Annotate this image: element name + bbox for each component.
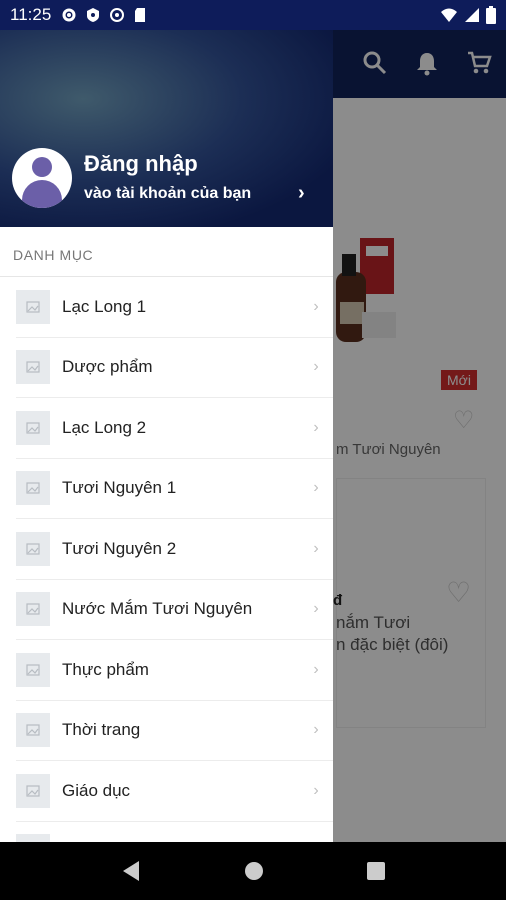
chevron-right-icon: › xyxy=(313,660,319,678)
category-item-nuoc-mam-tuoi-nguyen[interactable]: Nước Mắm Tươi Nguyên › xyxy=(16,580,333,640)
avatar-head xyxy=(32,157,52,177)
image-placeholder-icon xyxy=(16,713,50,748)
category-item-thuc-pham[interactable]: Thực phẩm › xyxy=(16,640,333,701)
chevron-right-icon: › xyxy=(313,358,319,376)
image-placeholder-icon xyxy=(16,350,50,385)
login-title[interactable]: Đăng nhập xyxy=(84,151,198,177)
category-label: Tươi Nguyên 1 xyxy=(62,478,177,498)
chevron-right-icon: › xyxy=(313,479,319,497)
category-label: Lạc Long 2 xyxy=(62,417,147,437)
chevron-right-icon: › xyxy=(313,600,319,618)
avatar[interactable] xyxy=(12,148,72,208)
image-placeholder-icon xyxy=(16,471,50,506)
category-label: Dược phẩm xyxy=(62,357,153,377)
image-placeholder-icon xyxy=(16,652,50,687)
battery-icon xyxy=(486,6,496,24)
at-sign-icon xyxy=(110,8,125,22)
section-title: DANH MỤC xyxy=(13,247,94,263)
image-placeholder-icon xyxy=(16,531,50,566)
image-placeholder-icon xyxy=(16,773,50,808)
category-label: Nước Mắm Tươi Nguyên xyxy=(62,599,253,619)
chevron-right-icon: › xyxy=(313,781,319,799)
category-item-partial[interactable] xyxy=(16,822,333,842)
category-item-lac-long-1[interactable]: Lạc Long 1 › xyxy=(16,277,333,338)
drawer-header[interactable]: Đăng nhập vào tài khoản của bạn › xyxy=(0,30,333,227)
wifi-icon xyxy=(441,8,457,22)
status-time: 11:25 xyxy=(10,5,52,24)
category-label: Giáo dục xyxy=(62,780,131,800)
category-item-tuoi-nguyen-1[interactable]: Tươi Nguyên 1 › xyxy=(16,459,333,519)
shield-icon xyxy=(87,8,100,22)
recents-button[interactable] xyxy=(366,862,385,880)
chevron-right-icon: › xyxy=(313,297,319,315)
category-list: Lạc Long 1 › Dược phẩm › Lạc Long 2 › Tư… xyxy=(0,277,333,842)
category-item-duoc-pham[interactable]: Dược phẩm › xyxy=(16,338,333,398)
category-item-lac-long-2[interactable]: Lạc Long 2 › xyxy=(16,398,333,459)
status-bar: 11:25 xyxy=(0,0,506,30)
chevron-right-icon: › xyxy=(313,539,319,557)
home-button[interactable] xyxy=(244,861,264,881)
image-placeholder-icon xyxy=(16,289,50,324)
settings-icon xyxy=(62,8,76,22)
category-label: Thực phẩm xyxy=(62,659,149,679)
image-placeholder-icon xyxy=(16,592,50,627)
navigation-drawer: Đăng nhập vào tài khoản của bạn › DANH M… xyxy=(0,30,333,842)
chevron-right-icon: › xyxy=(313,418,319,436)
chevron-right-icon[interactable]: › xyxy=(298,182,305,205)
signal-icon xyxy=(465,8,479,22)
category-item-giao-duc[interactable]: Giáo dục › xyxy=(16,761,333,822)
category-label: Thời trang xyxy=(62,720,141,740)
system-nav-bar xyxy=(0,842,506,900)
category-item-thoi-trang[interactable]: Thời trang › xyxy=(16,701,333,761)
avatar-body xyxy=(22,180,62,208)
image-placeholder-icon xyxy=(16,834,50,842)
category-item-tuoi-nguyen-2[interactable]: Tươi Nguyên 2 › xyxy=(16,519,333,580)
category-label: Tươi Nguyên 2 xyxy=(62,538,177,558)
back-button[interactable] xyxy=(121,860,141,882)
image-placeholder-icon xyxy=(16,410,50,445)
sd-card-icon xyxy=(135,8,146,22)
category-label: Lạc Long 1 xyxy=(62,296,147,316)
chevron-right-icon: › xyxy=(313,721,319,739)
login-subtitle[interactable]: vào tài khoản của bạn xyxy=(84,185,251,203)
